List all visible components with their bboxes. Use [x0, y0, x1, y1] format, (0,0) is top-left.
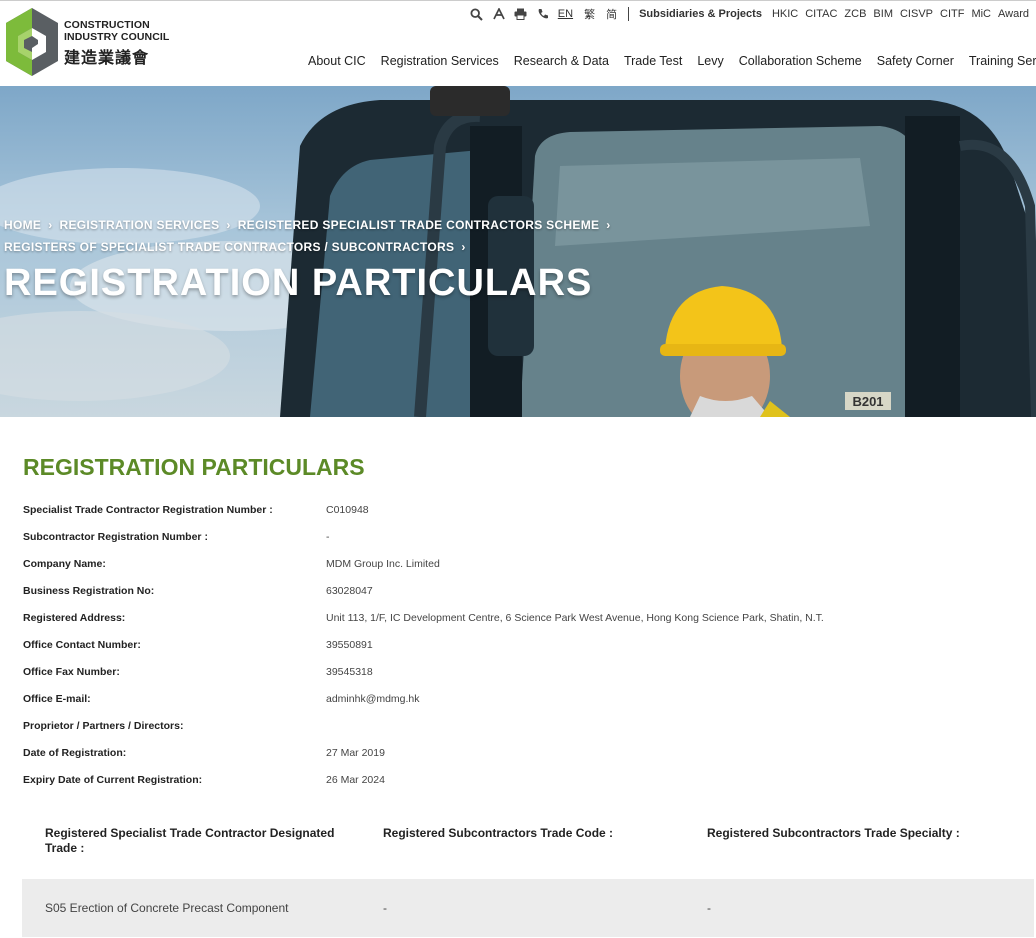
font-size-icon[interactable]	[488, 6, 510, 22]
column-header-trade-code: Registered Subcontractors Trade Code :	[383, 826, 614, 840]
detail-row: Subcontractor Registration Number : -	[23, 523, 1003, 550]
table-cell: S05 Erection of Concrete Precast Compone…	[45, 901, 289, 915]
detail-row: Date of Registration: 27 Mar 2019	[23, 739, 1003, 766]
chevron-right-icon: ›	[48, 218, 53, 232]
nav-about-cic[interactable]: About CIC	[308, 54, 366, 68]
detail-value: -	[326, 530, 330, 543]
breadcrumb-home[interactable]: HOME	[4, 218, 41, 232]
detail-row: Registered Address: Unit 113, 1/F, IC De…	[23, 604, 1003, 631]
logo-text-english: CONSTRUCTION INDUSTRY COUNCIL	[64, 19, 170, 43]
language-sc-link[interactable]: 简	[606, 6, 617, 22]
detail-label: Registered Address:	[23, 611, 126, 624]
detail-label: Expiry Date of Current Registration:	[23, 773, 203, 786]
utility-bar: EN 繁 简 Subsidiaries & Projects HKIC CITA…	[466, 5, 1036, 23]
site-header: CONSTRUCTION INDUSTRY COUNCIL 建造業議會 EN 繁…	[0, 0, 1036, 86]
detail-value: 27 Mar 2019	[326, 746, 385, 759]
search-icon[interactable]	[466, 6, 488, 22]
subsidiary-link-bim[interactable]: BIM	[873, 8, 893, 20]
hero-banner: B201 HOME › REGISTRATION SERVICES › REGISTER…	[0, 86, 1036, 417]
nav-safety-corner[interactable]: Safety Corner	[877, 54, 954, 68]
trade-table-header: Registered Specialist Trade Contractor D…	[22, 814, 1034, 879]
detail-label: Office E-mail:	[23, 692, 91, 705]
detail-row: Specialist Trade Contractor Registration…	[23, 496, 1003, 523]
detail-row: Office E-mail: adminhk@mdmg.hk	[23, 685, 1003, 712]
trade-table: Registered Specialist Trade Contractor D…	[22, 814, 1034, 937]
nav-trade-test[interactable]: Trade Test	[624, 54, 682, 68]
nav-collaboration-scheme[interactable]: Collaboration Scheme	[739, 54, 862, 68]
nav-training-services[interactable]: Training Servic	[969, 54, 1036, 68]
language-en-link[interactable]: EN	[558, 8, 573, 20]
detail-value: 39545318	[326, 665, 373, 678]
subsidiary-link-cisvp[interactable]: CISVP	[900, 8, 933, 20]
detail-label: Company Name:	[23, 557, 106, 570]
hero-title: REGISTRATION PARTICULARS	[4, 262, 593, 304]
breadcrumb-rstcs[interactable]: REGISTERED SPECIALIST TRADE CONTRACTORS …	[238, 218, 600, 232]
detail-value: C010948	[326, 503, 369, 516]
detail-value: 39550891	[326, 638, 373, 651]
breadcrumb: HOME › REGISTRATION SERVICES › REGISTERED SP…	[4, 214, 624, 258]
table-row: S05 Erection of Concrete Precast Compone…	[22, 879, 1034, 937]
detail-label: Subcontractor Registration Number :	[23, 530, 208, 543]
detail-row: Company Name: MDM Group Inc. Limited	[23, 550, 1003, 577]
nav-levy[interactable]: Levy	[697, 54, 723, 68]
chevron-right-icon: ›	[226, 218, 231, 232]
phone-icon[interactable]	[532, 6, 554, 22]
detail-value: Unit 113, 1/F, IC Development Centre, 6 …	[326, 611, 824, 624]
breadcrumb-registration-services[interactable]: REGISTRATION SERVICES	[60, 218, 220, 232]
detail-label: Business Registration No:	[23, 584, 155, 597]
cic-logo-mark	[6, 8, 58, 76]
detail-value: MDM Group Inc. Limited	[326, 557, 440, 570]
detail-label: Office Contact Number:	[23, 638, 141, 651]
detail-value: 26 Mar 2024	[326, 773, 385, 786]
detail-row: Office Fax Number: 39545318	[23, 658, 1003, 685]
detail-label: Proprietor / Partners / Directors:	[23, 719, 184, 732]
cic-logo[interactable]: CONSTRUCTION INDUSTRY COUNCIL 建造業議會	[4, 6, 174, 78]
detail-label: Specialist Trade Contractor Registration…	[23, 503, 273, 516]
language-tc-link[interactable]: 繁	[584, 6, 595, 22]
nav-research-data[interactable]: Research & Data	[514, 54, 609, 68]
column-header-designated-trade: Registered Specialist Trade Contractor D…	[45, 826, 335, 855]
detail-row: Proprietor / Partners / Directors:	[23, 712, 1003, 739]
page-title: REGISTRATION PARTICULARS	[23, 454, 365, 480]
registration-details: Specialist Trade Contractor Registration…	[23, 496, 1003, 793]
detail-row: Office Contact Number: 39550891	[23, 631, 1003, 658]
main-navigation: About CIC Registration Services Research…	[308, 54, 1036, 68]
subsidiary-link-award[interactable]: Award	[998, 8, 1029, 20]
office-email-link[interactable]: adminhk@mdmg.hk	[326, 693, 420, 705]
table-cell: -	[383, 901, 387, 915]
detail-row: Business Registration No: 63028047	[23, 577, 1003, 604]
subsidiary-link-citac[interactable]: CITAC	[805, 8, 837, 20]
detail-value: 63028047	[326, 584, 373, 597]
chevron-right-icon: ›	[461, 240, 466, 254]
logo-text-chinese: 建造業議會	[64, 50, 150, 67]
print-icon[interactable]	[510, 6, 532, 22]
nav-registration-services[interactable]: Registration Services	[381, 54, 499, 68]
subsidiaries-label[interactable]: Subsidiaries & Projects	[639, 8, 762, 20]
table-cell: -	[707, 901, 711, 915]
column-header-trade-specialty: Registered Subcontractors Trade Specialt…	[707, 826, 960, 840]
chevron-right-icon: ›	[606, 218, 611, 232]
breadcrumb-registers[interactable]: REGISTERS OF SPECIALIST TRADE CONTRACTOR…	[4, 240, 454, 254]
subsidiary-link-zcb[interactable]: ZCB	[844, 8, 866, 20]
utility-divider	[628, 7, 630, 21]
subsidiary-link-mic[interactable]: MiC	[971, 8, 991, 20]
detail-label: Date of Registration:	[23, 746, 127, 759]
subsidiary-link-hkic[interactable]: HKIC	[772, 8, 798, 20]
detail-label: Office Fax Number:	[23, 665, 120, 678]
subsidiary-link-citf[interactable]: CITF	[940, 8, 964, 20]
detail-row: Expiry Date of Current Registration: 26 …	[23, 766, 1003, 793]
machine-plate-text: B201	[852, 394, 883, 409]
